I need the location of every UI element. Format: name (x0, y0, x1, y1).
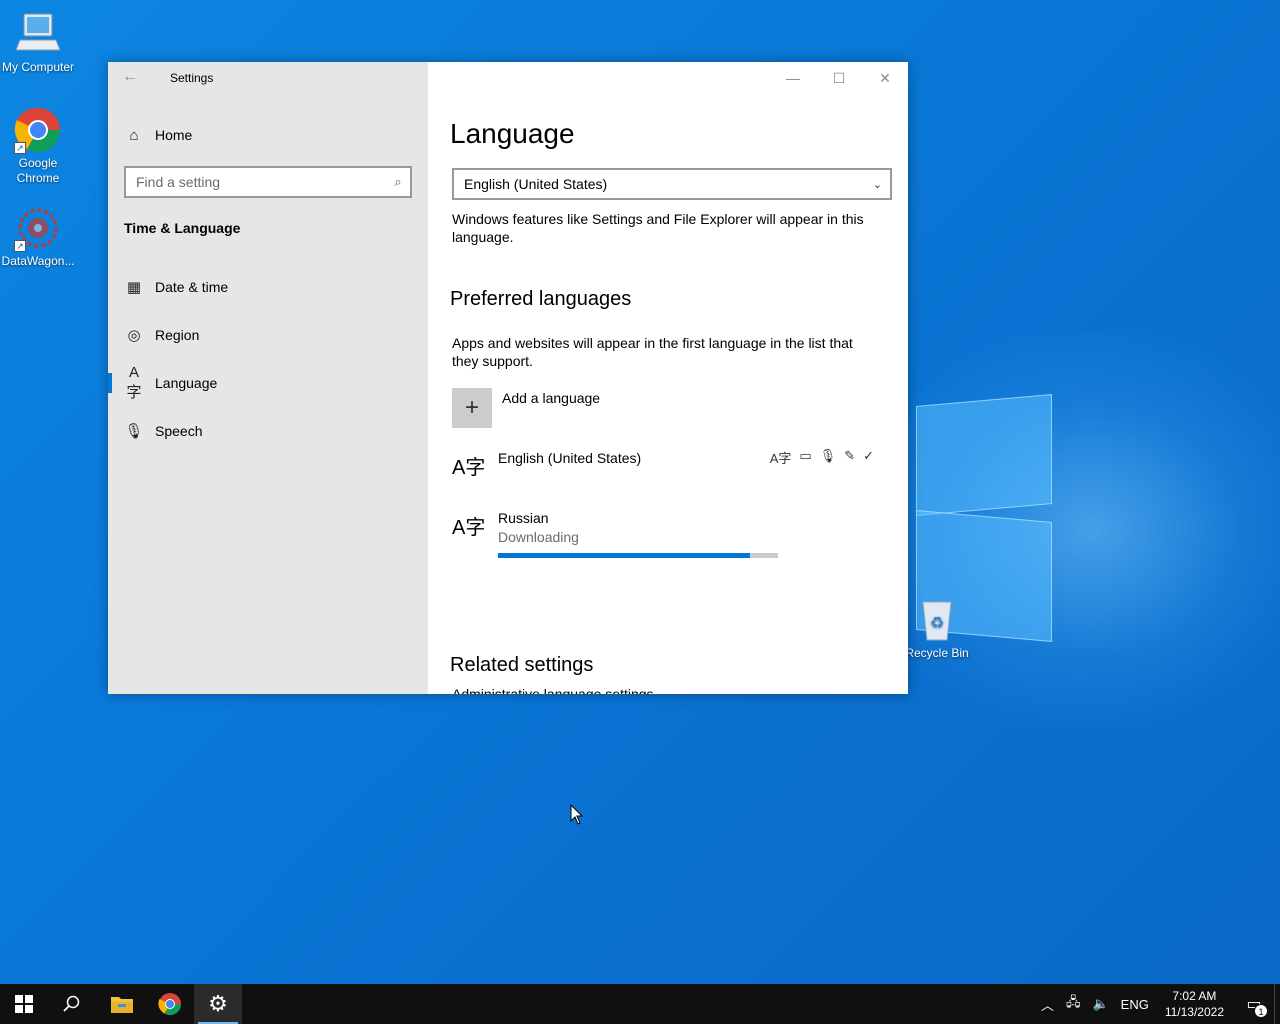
spellcheck-icon: ✓ (863, 448, 874, 463)
settings-window: ← Settings ⌂ Home ⌕ Time & Language ▦ Da… (108, 62, 908, 694)
search-box[interactable]: ⌕ (124, 166, 412, 198)
download-progress-bar (498, 553, 778, 558)
microphone-icon: 🎙 (124, 423, 144, 440)
related-settings-link[interactable]: Administrative language settings (452, 686, 654, 694)
desktop-icon-label: My Computer (1, 60, 75, 74)
clock[interactable]: 7:02 AM 11/13/2022 (1155, 988, 1234, 1020)
sidebar-item-language[interactable]: A字 Language (108, 363, 428, 403)
settings-icon: ⚙ (208, 991, 228, 1016)
recycle-bin-icon: ♻ (913, 596, 961, 644)
clock-time: 7:02 AM (1172, 989, 1217, 1003)
desktop-icon-label: Google Chrome (16, 156, 60, 185)
sidebar-item-speech[interactable]: 🎙 Speech (108, 411, 428, 451)
language-icon: A字 (126, 364, 142, 401)
related-settings-heading: Related settings (450, 654, 594, 676)
clock-date: 11/13/2022 (1164, 1005, 1224, 1019)
taskbar-settings[interactable]: ⚙ (194, 984, 242, 1024)
taskbar: ⚙ ︿ 🖧 🔈 ENG 7:02 AM 11/13/2022 ▭ 1 (0, 984, 1280, 1024)
volume-icon[interactable]: 🔈 (1086, 996, 1114, 1012)
chevron-down-icon: ⌄ (872, 178, 882, 191)
language-icon: A字 (452, 517, 486, 539)
file-explorer-icon (111, 997, 133, 1013)
dropdown-value: English (United States) (464, 176, 608, 192)
language-features: A字 ▭ 🎙 ✎ ✓ (770, 448, 874, 467)
handwriting-icon: ✎ (844, 448, 856, 463)
start-icon (15, 995, 33, 1013)
language-item-russian[interactable]: A字 Russian Downloading (452, 510, 882, 562)
shortcut-arrow-icon: ↗ (14, 142, 26, 154)
settings-sidebar: ← Settings ⌂ Home ⌕ Time & Language ▦ Da… (108, 62, 428, 694)
preferred-languages-description: Apps and websites will appear in the fir… (452, 335, 853, 369)
system-tray: ︿ 🖧 🔈 ENG 7:02 AM 11/13/2022 ▭ 1 (1035, 984, 1280, 1024)
home-icon: ⌂ (129, 126, 139, 144)
action-center-button[interactable]: ▭ 1 (1234, 984, 1274, 1024)
chrome-icon: ↗ (14, 106, 62, 154)
back-arrow-icon[interactable]: ← (122, 68, 142, 88)
desktop-icon-label: Recycle Bin (905, 646, 969, 660)
datawagon-icon: ↗ (14, 204, 62, 252)
desktop-icon-recycle-bin[interactable]: ♻ Recycle Bin (899, 596, 975, 661)
close-icon[interactable]: ✕ (862, 62, 908, 94)
start-button[interactable] (0, 984, 48, 1024)
taskbar-search-button[interactable] (48, 984, 96, 1024)
display-language-icon: A字 (769, 451, 792, 466)
add-language-label: Add a language (502, 390, 601, 406)
sidebar-item-label: Region (155, 327, 200, 343)
search-icon (63, 995, 80, 1012)
sidebar-item-label: Language (155, 375, 218, 391)
language-name: English (United States) (498, 450, 642, 466)
display-language-description: Windows features like Settings and File … (452, 211, 864, 245)
sidebar-item-label: Home (155, 127, 193, 143)
chevron-up-icon[interactable]: ︿ (1035, 995, 1060, 1014)
sidebar-item-home[interactable]: ⌂ Home (108, 115, 428, 155)
desktop-icon-chrome[interactable]: ↗ Google Chrome (0, 106, 76, 186)
language-status: Downloading (498, 529, 579, 545)
network-icon[interactable]: 🖧 (1060, 993, 1087, 1015)
chrome-icon (158, 993, 181, 1015)
sidebar-item-date-time[interactable]: ▦ Date & time (108, 267, 428, 307)
taskbar-chrome[interactable] (146, 984, 194, 1024)
show-desktop-button[interactable] (1274, 984, 1280, 1024)
computer-icon (14, 10, 62, 58)
language-icon: A字 (452, 457, 486, 479)
language-name: Russian (498, 510, 549, 526)
search-input[interactable] (126, 169, 386, 195)
settings-content: — ☐ ✕ Language English (United States) ⌄… (428, 62, 908, 694)
page-title: Language (450, 118, 575, 149)
plus-icon: + (452, 388, 492, 428)
desktop-icon-my-computer[interactable]: My Computer (0, 10, 76, 75)
minimize-icon[interactable]: — (770, 62, 816, 94)
window-title: Settings (170, 71, 214, 85)
language-item-english[interactable]: A字 English (United States) A字 ▭ 🎙 ✎ ✓ (452, 448, 882, 490)
input-language-indicator[interactable]: ENG (1115, 997, 1155, 1012)
title-bar[interactable]: ← Settings (108, 62, 428, 94)
speech-icon: 🎙 (819, 448, 837, 463)
globe-icon: ◎ (127, 327, 141, 344)
shortcut-arrow-icon: ↗ (14, 240, 26, 252)
search-icon[interactable]: ⌕ (386, 174, 410, 190)
notification-badge: 1 (1254, 1004, 1268, 1018)
maximize-icon[interactable]: ☐ (816, 62, 862, 94)
text-to-speech-icon: ▭ (799, 448, 812, 463)
desktop-icon-datawagon[interactable]: ↗ DataWagon... (0, 204, 76, 269)
add-language-button[interactable]: + Add a language (452, 388, 600, 428)
svg-text:♻: ♻ (930, 613, 944, 632)
desktop-icon-label: DataWagon... (1, 254, 75, 268)
sidebar-item-label: Date & time (155, 279, 229, 295)
mouse-cursor-icon (570, 803, 584, 831)
calendar-clock-icon: ▦ (126, 279, 142, 296)
display-language-dropdown[interactable]: English (United States) ⌄ (452, 168, 892, 200)
sidebar-section-heading: Time & Language (124, 220, 241, 236)
windows-logo-pane (916, 394, 1052, 516)
sidebar-item-region[interactable]: ◎ Region (108, 315, 428, 355)
download-progress-fill (498, 553, 750, 558)
preferred-languages-heading: Preferred languages (450, 288, 632, 310)
taskbar-file-explorer[interactable] (98, 984, 146, 1024)
caption-buttons: — ☐ ✕ (770, 62, 908, 94)
sidebar-item-label: Speech (155, 423, 203, 439)
